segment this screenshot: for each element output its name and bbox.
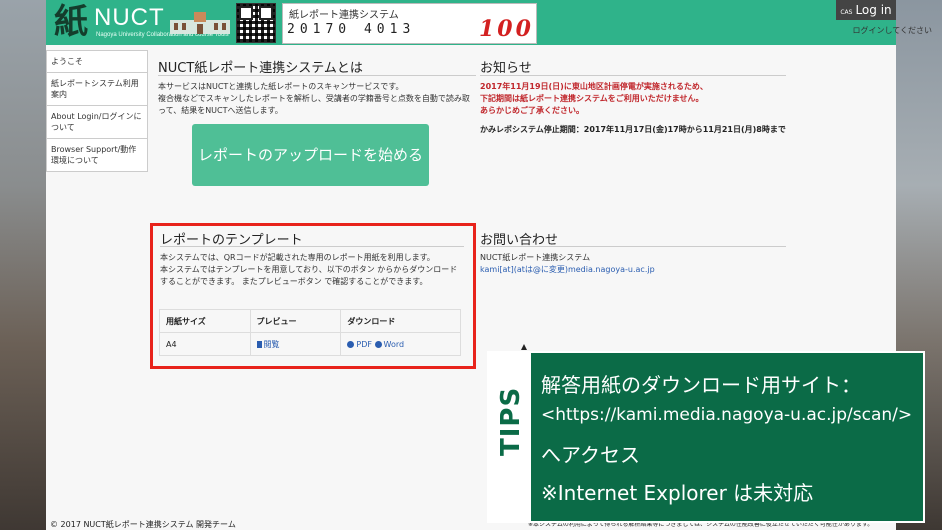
sidebar-nav: ようこそ 紙レポートシステム利用案内 About Login/ログインについて … <box>46 50 148 172</box>
report-paper-banner: 紙レポート連携システム 20170 4013 100 <box>282 3 537 44</box>
cell-download: PDF Word <box>340 332 461 356</box>
news-title: お知らせ <box>480 61 532 76</box>
download-pdf-label: PDF <box>356 339 372 349</box>
preview-link[interactable]: 閲覧 <box>256 339 280 349</box>
intro-title: NUCT紙レポート連携システムとは <box>158 61 363 76</box>
login-label: Log in <box>855 3 892 17</box>
sidebar-item-about-login[interactable]: About Login/ログインについて <box>46 105 148 139</box>
download-word-label: Word <box>383 339 405 349</box>
cell-size: A4 <box>159 332 251 356</box>
site-header: 紙 NUCT Nagoya University Collaboration a… <box>46 0 896 45</box>
login-button[interactable]: CAS Log in <box>836 0 896 20</box>
news-divider <box>480 75 786 76</box>
building-icon <box>170 12 230 34</box>
contact-divider <box>480 246 786 247</box>
column-header-preview: プレビュー <box>249 309 342 333</box>
sidebar-item-welcome[interactable]: ようこそ <box>46 50 148 73</box>
column-header-size: 用紙サイズ <box>159 309 251 333</box>
news-alert: 2017年11月19日(日)に東山地区計画停電が実施されるため、 下記期間は紙レ… <box>480 82 708 115</box>
logo-text[interactable]: NUCT <box>94 4 165 32</box>
tips-label: TIPS <box>496 386 526 456</box>
login-hint: ログインしてください <box>852 26 932 35</box>
sidebar-item-browser-support[interactable]: Browser Support/動作環境について <box>46 138 148 172</box>
download-icon <box>374 340 382 348</box>
cas-label: CAS <box>840 9 853 16</box>
sidebar-item-usage-guide[interactable]: 紙レポートシステム利用案内 <box>46 72 148 106</box>
intro-body: 本サービスはNUCTと連携した紙レポートのスキャンサービスです。 複合機などでス… <box>158 82 470 115</box>
download-icon <box>347 340 355 348</box>
tips-overlay: TIPS 解答用紙のダウンロード用サイト： <https://kami.medi… <box>487 351 925 523</box>
download-word-link[interactable]: Word <box>374 339 405 349</box>
tips-line-1: 解答用紙のダウンロード用サイト： <box>541 373 861 397</box>
qr-code <box>236 3 276 43</box>
paper-score: 100 <box>479 16 534 42</box>
cell-preview: 閲覧 <box>249 332 342 356</box>
logo-kanji[interactable]: 紙 <box>54 0 88 44</box>
mouse-cursor-icon <box>521 344 527 350</box>
tips-line-4: ※Internet Explorer は未対応 <box>541 481 814 505</box>
background-left <box>0 0 46 530</box>
footer-copyright: © 2017 NUCT紙レポート連携システム 開発チーム <box>50 520 236 529</box>
tips-line-3: へアクセス <box>541 443 640 467</box>
contact-email-link[interactable]: kami[at](atは@に変更)media.nagoya-u.ac.jp <box>480 264 655 276</box>
tips-label-bar: TIPS <box>489 353 531 521</box>
template-divider <box>160 246 464 247</box>
template-body: 本システムでは、QRコードが記載された専用のレポート用紙を利用します。 本システ… <box>160 253 458 286</box>
preview-label: 閲覧 <box>263 339 280 349</box>
table-header-row: 用紙サイズ プレビュー ダウンロード <box>159 309 461 333</box>
news-period: かみレポシステム停止期間：2017年11月17日(金)17時から11月21日(月… <box>480 125 786 134</box>
download-pdf-link[interactable]: PDF <box>347 340 372 349</box>
paper-title: 紙レポート連携システム <box>289 10 399 21</box>
contact-name: NUCT紙レポート連携システム <box>480 253 591 262</box>
document-icon <box>256 340 262 348</box>
tips-url: <https://kami.media.nagoya-u.ac.jp/scan/… <box>541 405 913 425</box>
table-row: A4 閲覧 PDF Word <box>159 332 461 356</box>
column-header-download: ダウンロード <box>340 309 461 333</box>
paper-student-number: 20170 4013 <box>287 22 416 37</box>
upload-report-button[interactable]: レポートのアップロードを始める <box>192 124 429 186</box>
intro-divider <box>158 75 476 76</box>
template-table: 用紙サイズ プレビュー ダウンロード A4 閲覧 PDF Word <box>159 309 461 356</box>
